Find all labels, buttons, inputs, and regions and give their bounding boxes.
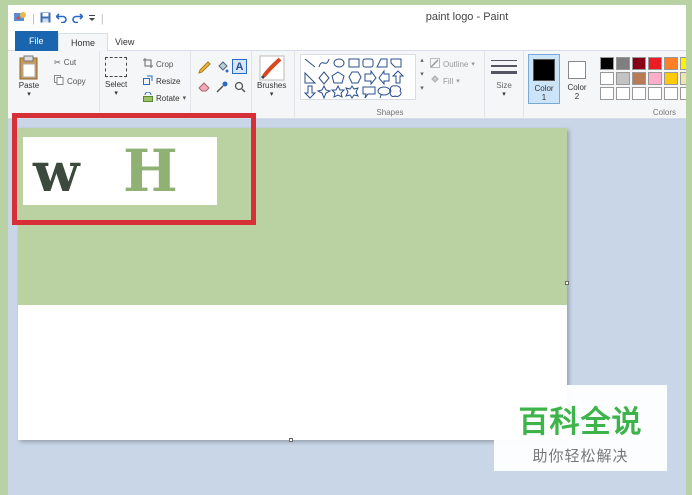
resize-label: Resize [156,76,181,86]
fill-bucket-icon[interactable] [216,61,229,76]
fill-button[interactable]: Fill ▾ [430,75,460,87]
palette-swatch[interactable] [600,87,614,100]
size-group: Size ▾ [486,51,524,119]
color1-swatch [533,59,555,81]
text-tool-icon[interactable]: A [232,59,247,74]
rotate-button[interactable]: Rotate ▾ [143,91,187,104]
shapes-scroll[interactable]: ▴ ▾ ▾ [417,54,427,100]
palette-swatch[interactable] [648,87,662,100]
rotate-icon [143,91,153,104]
size-lines-icon [491,60,517,74]
shapes-gallery[interactable] [300,54,416,100]
size-label: Size [496,81,512,90]
tab-file[interactable]: File [15,31,58,51]
ribbon: Paste ▾ ✂ Cut Copy Select ▾ Crop Resize … [8,51,686,119]
palette-swatch[interactable] [600,72,614,85]
highlight-box [12,113,256,225]
brushes-button[interactable]: Brushes ▾ [257,55,286,98]
palette-swatch[interactable] [632,72,646,85]
shapes-gallery-icons [303,58,405,100]
crop-label: Crop [156,59,174,69]
brushes-label: Brushes [257,81,287,90]
pencil-icon[interactable] [198,61,211,76]
select-dropdown-icon[interactable]: ▾ [114,89,118,97]
outline-label: Outline [443,59,469,69]
resize-handle-right[interactable] [565,281,569,285]
tab-home[interactable]: Home [58,33,109,52]
palette-swatch[interactable] [664,72,678,85]
color1-label: Color [534,84,554,93]
brushes-dropdown-icon[interactable]: ▾ [270,90,274,98]
palette-swatch[interactable] [616,87,630,100]
cut-button[interactable]: ✂ Cut [54,58,76,67]
image-group: Select ▾ Crop Resize Rotate ▾ [101,51,191,119]
color-picker-icon[interactable] [216,81,228,95]
crop-icon [143,58,153,70]
cut-label: Cut [63,58,77,67]
color1-number: 1 [541,93,547,102]
paste-label: Paste [18,81,40,90]
window-title: paint logo - Paint [425,11,509,23]
palette-swatch[interactable] [616,57,630,70]
tab-view[interactable]: View [103,33,146,51]
copy-icon [54,75,64,87]
palette-swatch[interactable] [664,87,678,100]
tools-group: A [192,51,252,119]
fill-label: Fill [443,76,454,86]
select-icon [105,57,128,77]
palette-swatch[interactable] [600,57,614,70]
watermark: 百科全说 助你轻松解决 [494,385,667,471]
outline-icon [430,58,440,70]
palette-swatch[interactable] [680,72,686,85]
palette-swatch[interactable] [664,57,678,70]
colors-group-label: Colors [652,108,676,117]
select-button[interactable]: Select ▾ [105,57,127,97]
clipboard-group: Paste ▾ ✂ Cut Copy [8,51,100,119]
fill-dropdown-icon: ▾ [456,78,460,85]
brush-icon [259,55,285,81]
palette-swatch[interactable] [632,57,646,70]
paste-icon [19,55,38,80]
title-bar: | | paint logo - Paint [8,5,686,31]
color-palette [600,57,686,100]
palette-swatch[interactable] [680,87,686,100]
resize-button[interactable]: Resize [143,75,180,87]
size-button[interactable]: Size ▾ [491,59,517,98]
copy-button[interactable]: Copy [54,75,86,87]
palette-swatch[interactable] [616,72,630,85]
color2-button[interactable]: Color 2 [563,54,591,104]
rotate-label: Rotate [156,93,180,103]
resize-icon [143,75,153,87]
outline-dropdown-icon: ▾ [471,61,475,68]
fill-icon [430,75,440,87]
watermark-subtitle: 助你轻松解决 [532,447,629,465]
crop-button[interactable]: Crop [143,58,173,70]
shapes-group: ▴ ▾ ▾ Outline ▾ Fill ▾ Shapes [296,51,485,119]
watermark-title: 百科全说 [518,405,643,440]
resize-handle-bottom[interactable] [289,438,293,442]
scissors-icon: ✂ [54,58,61,67]
color2-number: 2 [574,92,580,101]
paste-button[interactable]: Paste ▾ [18,55,40,98]
colors-group: Color 1 Color 2 Colors [525,51,686,119]
palette-swatch[interactable] [648,72,662,85]
shapes-group-label: Shapes [376,108,404,117]
magnifier-icon[interactable] [234,81,246,95]
color2-swatch [568,61,586,79]
palette-swatch[interactable] [648,57,662,70]
paste-dropdown-icon[interactable]: ▾ [27,90,31,98]
color2-label: Color [567,83,587,92]
size-dropdown-icon[interactable]: ▾ [502,90,506,98]
select-label: Select [105,80,128,89]
eraser-icon[interactable] [198,81,211,94]
brushes-group: Brushes ▾ [253,51,295,119]
palette-swatch[interactable] [632,87,646,100]
copy-label: Copy [67,76,86,86]
rotate-dropdown-icon[interactable]: ▾ [183,94,187,102]
ribbon-tabs: File Home View [8,31,686,52]
outline-button[interactable]: Outline ▾ [430,58,475,70]
palette-swatch[interactable] [680,57,686,70]
color1-button[interactable]: Color 1 [528,54,560,104]
